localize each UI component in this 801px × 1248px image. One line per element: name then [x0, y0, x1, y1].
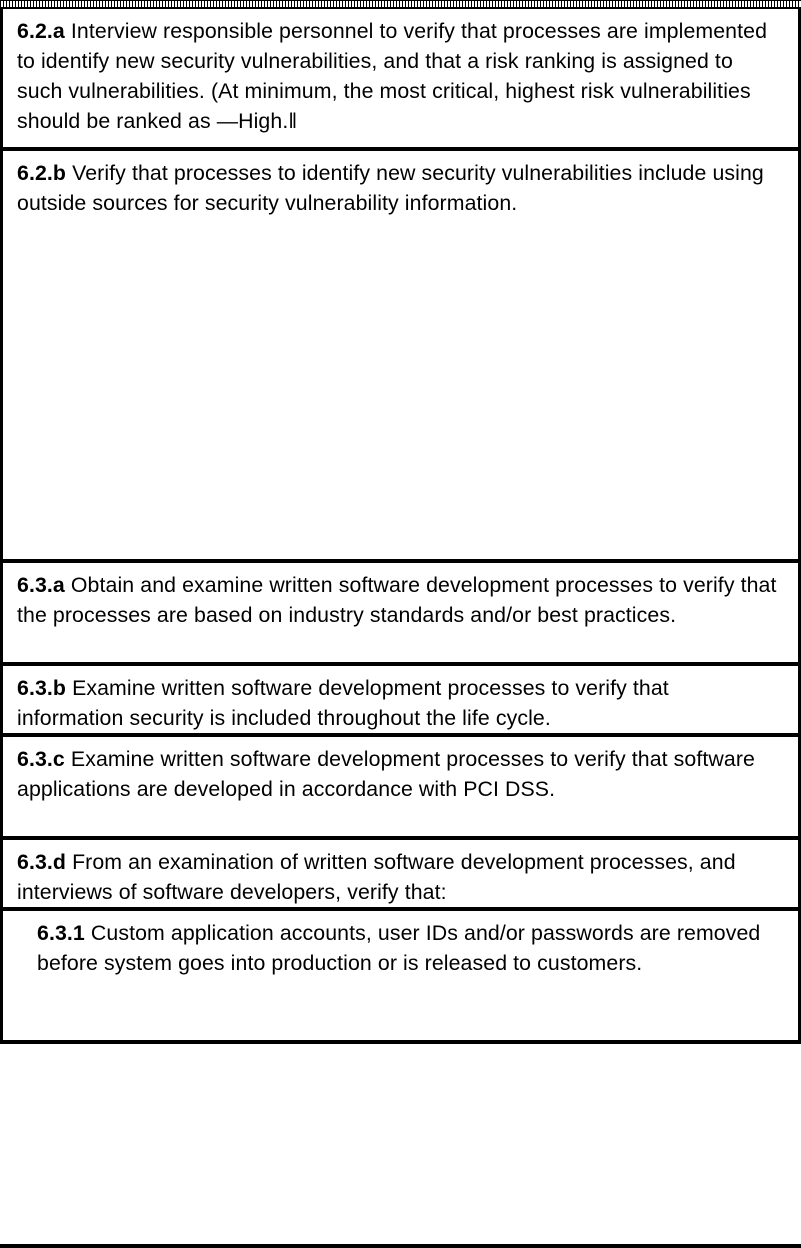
bottom-border: [0, 1244, 801, 1248]
procedure-text: Custom application accounts, user IDs an…: [37, 921, 761, 975]
procedure-number: 6.3.a: [17, 573, 71, 597]
procedure-row-6-2-b: 6.2.b Verify that processes to identify …: [3, 147, 798, 559]
procedure-text: Examine written software development pro…: [17, 747, 755, 801]
document-page: 6.2.a Interview responsible personnel to…: [0, 0, 801, 1248]
procedure-number: 6.3.b: [17, 676, 73, 700]
procedure-number: 6.2.b: [17, 161, 73, 185]
procedure-row-6-2-a: 6.2.a Interview responsible personnel to…: [3, 7, 798, 147]
procedure-text: Interview responsible personnel to verif…: [17, 19, 768, 133]
procedure-number: 6.3.d: [17, 850, 73, 874]
procedure-text: From an examination of written software …: [17, 850, 736, 904]
procedure-row-6-3-c: 6.3.c Examine written software developme…: [3, 733, 798, 836]
procedure-text: Examine written software development pro…: [17, 676, 669, 730]
procedure-text: Verify that processes to identify new se…: [17, 161, 764, 215]
procedure-row-6-3-d: 6.3.d From an examination of written sof…: [3, 836, 798, 907]
procedure-row-6-3-b: 6.3.b Examine written software developme…: [3, 662, 798, 733]
procedure-row-6-3-1: 6.3.1 Custom application accounts, user …: [3, 907, 798, 1040]
top-border: [0, 0, 801, 7]
procedure-text: Obtain and examine written software deve…: [17, 573, 777, 627]
procedure-row-6-3-a: 6.3.a Obtain and examine written softwar…: [3, 559, 798, 662]
procedure-number: 6.3.1: [37, 921, 91, 945]
testing-procedures-table: 6.2.a Interview responsible personnel to…: [0, 7, 801, 1044]
procedure-number: 6.2.a: [17, 19, 71, 43]
procedure-number: 6.3.c: [17, 747, 71, 771]
